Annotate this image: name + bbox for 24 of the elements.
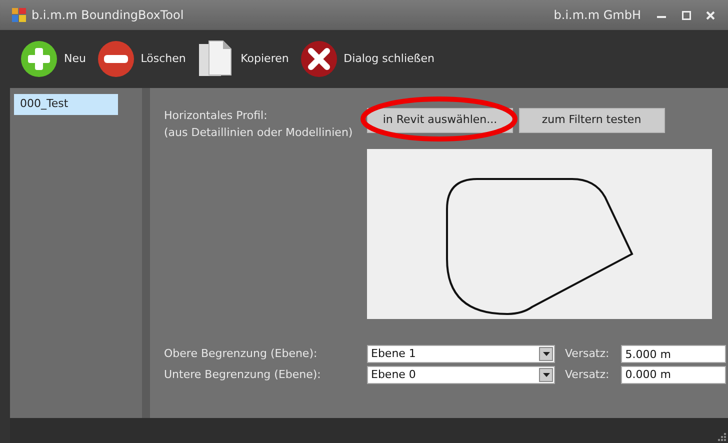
offset-field[interactable]: 5.000 m <box>621 345 726 363</box>
app-icon <box>12 8 26 22</box>
offset-label: Versatz: <box>565 366 610 382</box>
profile-label: Horizontales Profil: <box>164 108 268 124</box>
minus-icon <box>96 40 135 78</box>
offset-field[interactable]: 0.000 m <box>621 366 726 384</box>
test-button[interactable]: zum Filtern testen <box>518 108 664 132</box>
copy-button[interactable]: Kopieren <box>192 30 293 88</box>
offset-label: Versatz: <box>565 346 610 362</box>
company-name: b.i.m.m GmbH <box>554 7 641 24</box>
profile-hint: (aus Detaillinien oder Modellinien) <box>164 124 354 140</box>
close-button[interactable]: Dialog schließen <box>296 30 438 88</box>
window-title: b.i.m.m BoundingBoxTool <box>32 7 184 24</box>
level-dropdown[interactable]: Ebene 0 <box>367 366 555 384</box>
add-button[interactable]: Neu <box>16 30 90 88</box>
close-icon <box>300 40 338 78</box>
resize-grip-icon <box>718 433 728 443</box>
select-button[interactable]: in Revit auswählen... <box>367 108 513 132</box>
level-dropdown[interactable]: Ebene 1 <box>367 345 555 363</box>
delete-button[interactable]: Löschen <box>92 30 190 88</box>
sidebar-item[interactable]: 000_Test <box>14 94 118 114</box>
level-label: Obere Begrenzung (Ebene): <box>164 346 318 362</box>
level-label: Untere Begrenzung (Ebene): <box>164 366 322 382</box>
plus-icon <box>20 40 58 78</box>
